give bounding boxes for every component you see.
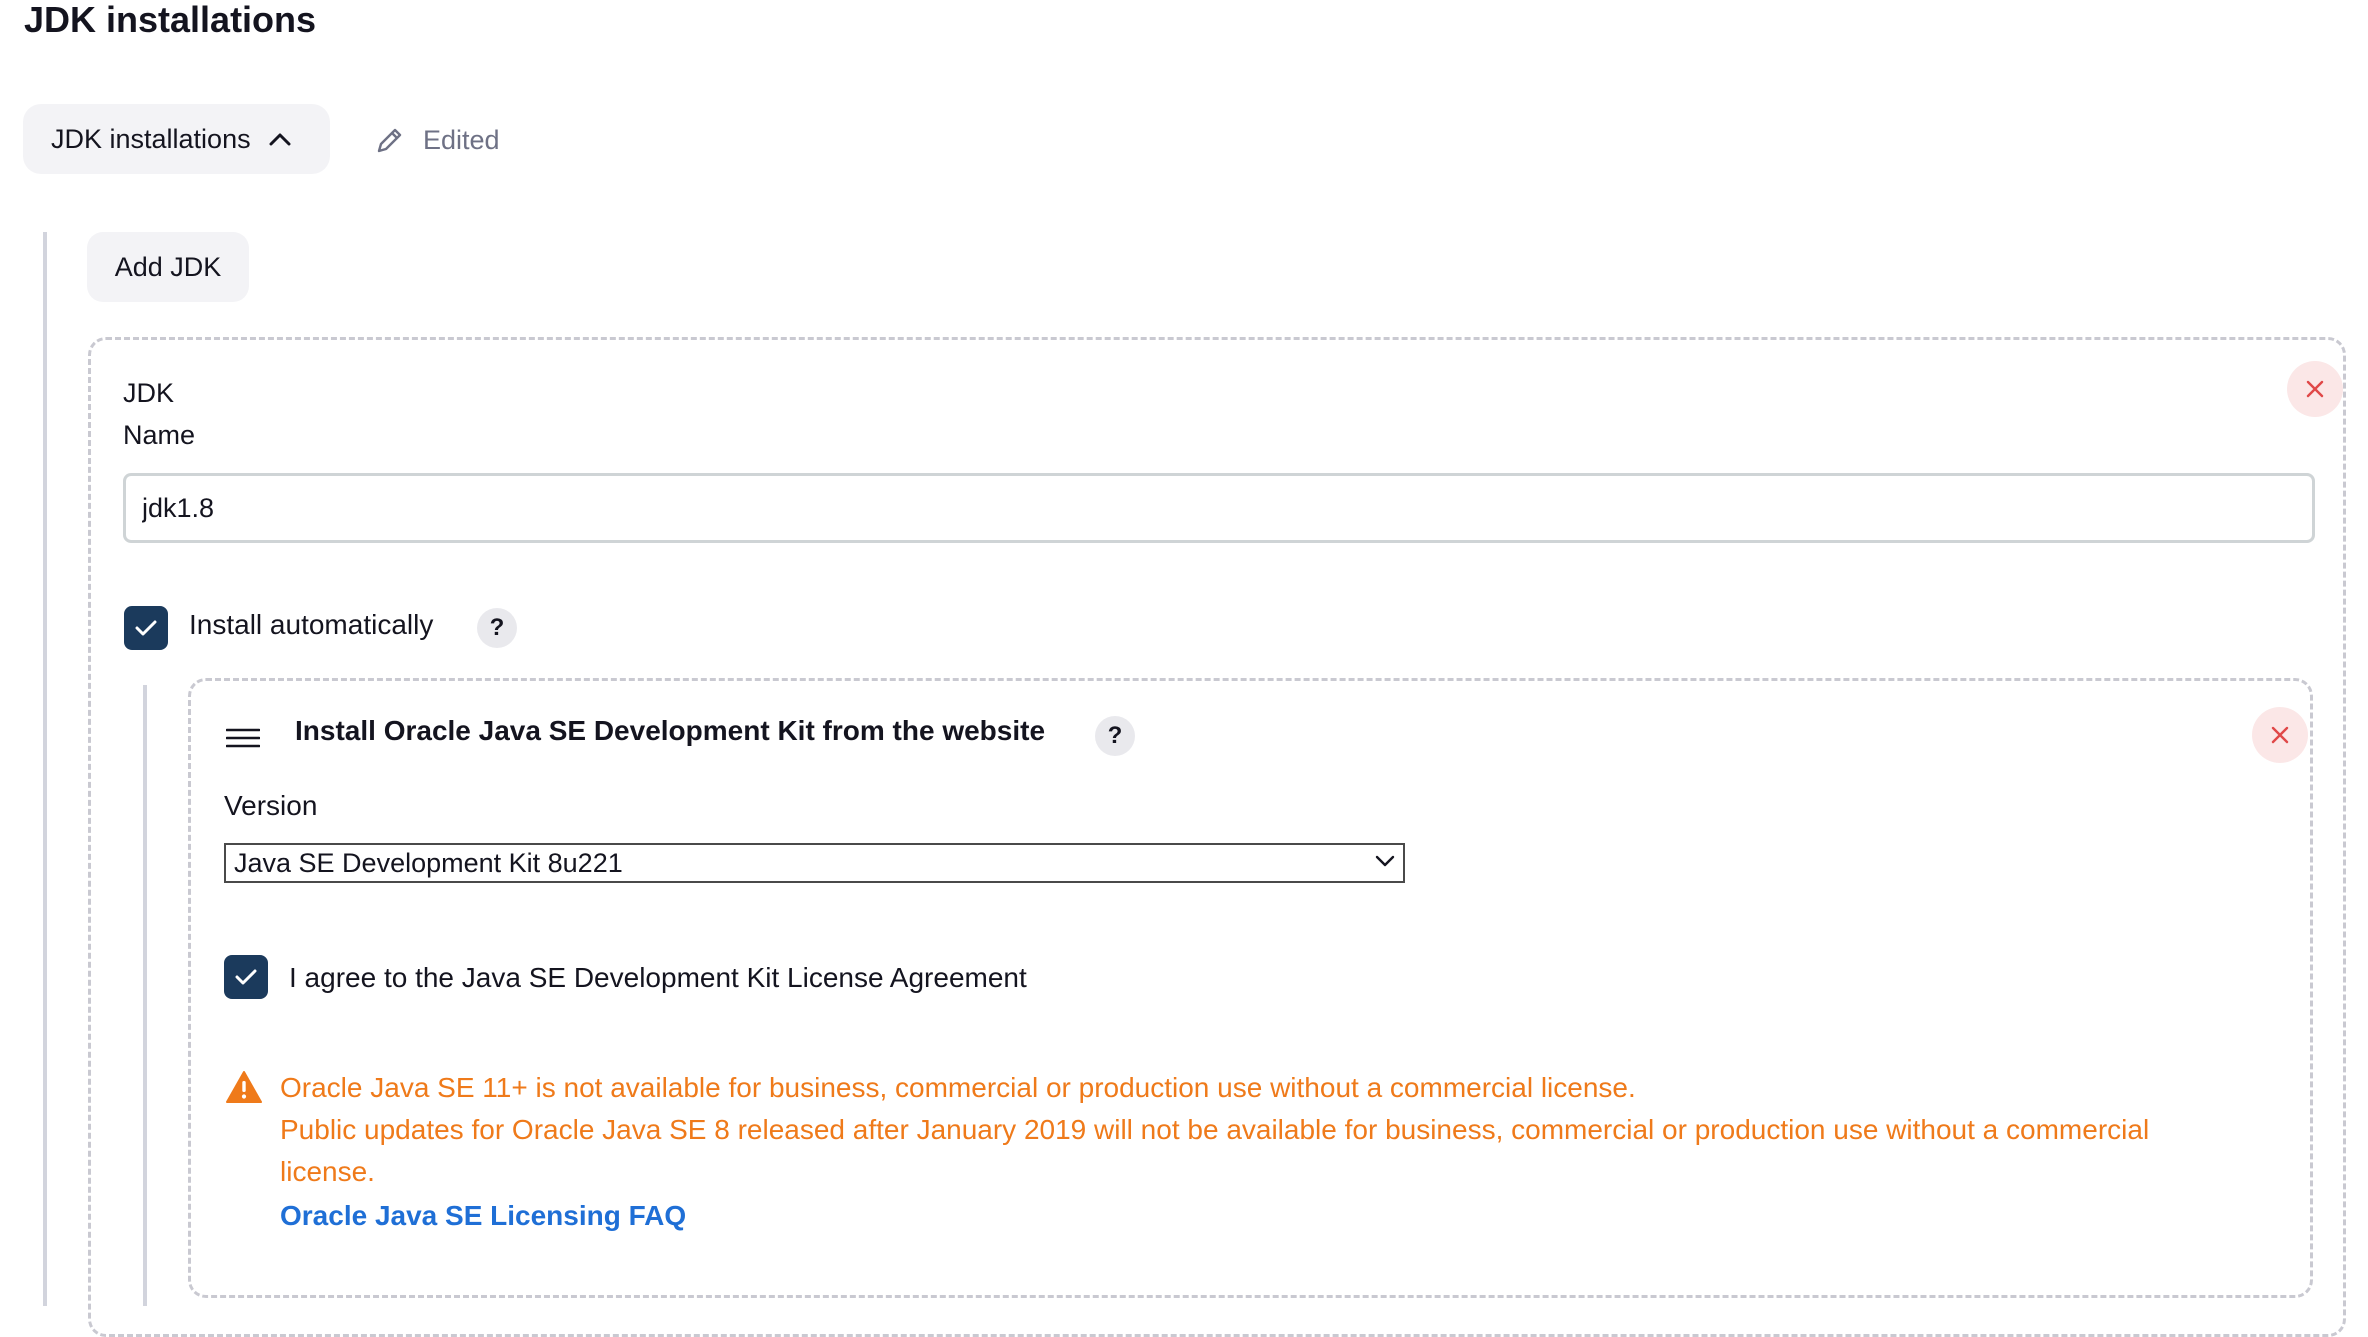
install-automatically-label: Install automatically xyxy=(189,609,434,640)
section-guide-line xyxy=(43,232,47,1306)
license-agreement-label: I agree to the Java SE Development Kit L… xyxy=(289,962,1027,993)
toggle-label: JDK installations xyxy=(51,123,251,154)
warning-icon xyxy=(226,1071,262,1103)
page-title: JDK installations xyxy=(24,0,317,40)
installer-guide-line xyxy=(143,685,147,1306)
pencil-icon xyxy=(377,128,402,153)
warning-line-3: license. xyxy=(280,1156,375,1187)
delete-jdk-button[interactable] xyxy=(2287,361,2343,417)
edited-label: Edited xyxy=(423,124,500,155)
installer-title: Install Oracle Java SE Development Kit f… xyxy=(295,715,1046,746)
install-automatically-help-button[interactable]: ? xyxy=(477,608,517,648)
add-jdk-button[interactable]: Add JDK xyxy=(87,232,249,302)
version-label: Version xyxy=(224,790,318,821)
jdk-installations-toggle-button[interactable]: JDK installations xyxy=(23,104,330,174)
warning-line-2: Public updates for Oracle Java SE 8 rele… xyxy=(280,1114,2150,1145)
version-select[interactable]: Java SE Development Kit 8u221 xyxy=(224,843,1405,883)
installer-help-button[interactable]: ? xyxy=(1095,716,1135,756)
checkmark-icon xyxy=(235,969,257,985)
license-agreement-checkbox[interactable] xyxy=(224,955,268,999)
chevron-down-icon xyxy=(1375,855,1395,867)
version-selected-value: Java SE Development Kit 8u221 xyxy=(234,847,623,878)
name-label: Name xyxy=(123,420,196,450)
jdk-section-label: JDK xyxy=(123,378,175,408)
chevron-up-icon xyxy=(269,133,291,146)
jdk-name-input[interactable] xyxy=(123,473,2315,543)
close-icon xyxy=(2306,380,2324,398)
edited-status: Edited xyxy=(375,118,500,162)
install-automatically-checkbox[interactable] xyxy=(124,606,168,650)
drag-handle-icon[interactable] xyxy=(226,727,260,749)
delete-installer-button[interactable] xyxy=(2252,707,2308,763)
close-icon xyxy=(2271,726,2289,744)
checkmark-icon xyxy=(135,620,157,636)
warning-line-1: Oracle Java SE 11+ is not available for … xyxy=(280,1072,1636,1103)
licensing-faq-link[interactable]: Oracle Java SE Licensing FAQ xyxy=(280,1195,686,1237)
